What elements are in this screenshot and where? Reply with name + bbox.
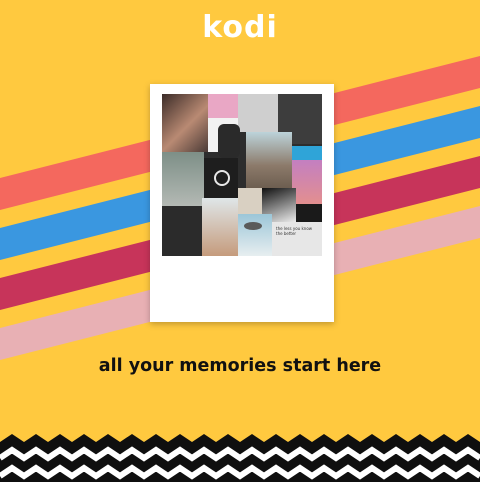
photo-tile-ufo-shape: [244, 222, 262, 230]
photo-tile-blue-strip: [292, 146, 322, 160]
photo-tile-portrait-eye: [162, 94, 208, 152]
wave-white-1: [0, 428, 480, 442]
photo-tile-dark-3: [296, 204, 322, 222]
photo-collage[interactable]: the less you know the better: [162, 94, 322, 256]
photo-caption-text: the less you know the better: [276, 226, 313, 236]
photo-tile-grey-hand: [238, 94, 278, 132]
kodi-logo: kodi: [202, 10, 278, 45]
photo-tile-dark-2: [162, 206, 202, 256]
photo-tile-back-figure: [202, 198, 238, 256]
photo-tile-lamp-ring: [214, 170, 230, 186]
app-screen: kodi the less you know the better all yo…: [0, 0, 480, 482]
photo-tile-sunset: [292, 160, 322, 204]
photo-tile-pink: [208, 94, 238, 118]
photo-tile-woman: [246, 132, 292, 188]
photo-tile-jumper: [218, 124, 240, 158]
polaroid-frame[interactable]: the less you know the better: [150, 84, 334, 322]
tagline-text: all your memories start here: [98, 356, 382, 376]
photo-tile-ufo: [238, 214, 272, 256]
photo-tile-sand: [238, 188, 262, 214]
wave-pattern-footer: [0, 428, 480, 482]
photo-tile-fog: [162, 152, 204, 206]
